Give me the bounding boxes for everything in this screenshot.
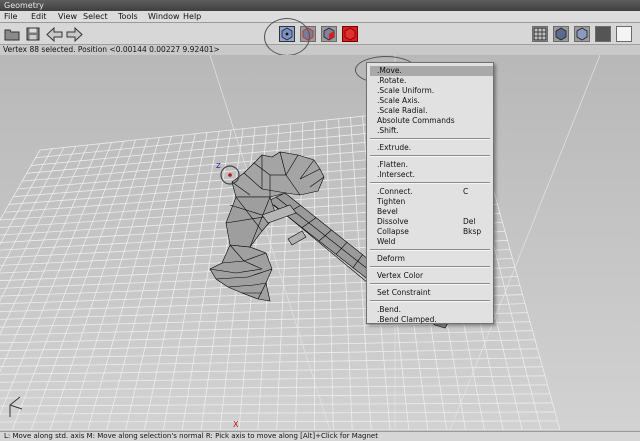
context-menu: .Move. .Rotate. .Scale Uniform. .Scale Axis… [366,62,494,324]
x-axis-label: X [233,420,239,429]
menu-separator [370,300,490,302]
context-menu-item[interactable]: Deform [377,254,491,264]
menu-item-label: Collapse [377,227,409,236]
menu-edit[interactable]: Edit [31,11,47,23]
context-menu-item[interactable]: Set Constraint [377,288,491,298]
context-menu-item[interactable]: .Bend Clamped. [377,315,491,325]
open-folder-icon[interactable] [3,26,20,42]
menu-item-label: Tighten [377,197,406,206]
menu-item-label: .Scale Axis. [377,96,420,105]
menu-item-shortcut: C [463,187,469,196]
context-menu-item[interactable]: .Move. [370,66,493,76]
menu-item-shortcut: Del [463,217,476,226]
menu-item-label: .Bend Clamped. [377,315,437,324]
dark-square-icon[interactable] [595,26,611,42]
context-menu-item[interactable]: .Shift. [377,126,491,136]
menu-file[interactable]: File [4,11,17,23]
wireframe-grid-icon[interactable] [532,26,548,42]
context-menu-item[interactable]: .Extrude. [377,143,491,153]
context-menu-item[interactable]: Vertex Color [377,271,491,281]
menu-item-label: .Scale Uniform. [377,86,435,95]
menu-separator [370,249,490,251]
menu-window[interactable]: Window [148,11,180,23]
menu-separator [370,138,490,140]
context-menu-item[interactable]: .Scale Radial. [377,106,491,116]
menu-item-label: .Rotate. [377,76,407,85]
menu-item-label: .Scale Radial. [377,106,428,115]
menu-item-label: .Move. [377,66,402,75]
viewport-3d[interactable]: Z X [0,55,640,430]
context-menu-item[interactable]: .Flatten. [377,160,491,170]
menu-item-label: .Extrude. [377,143,412,152]
context-menu-item[interactable]: .Rotate. [377,76,491,86]
menu-item-shortcut: Bksp [463,227,482,236]
save-disk-icon[interactable] [24,26,41,42]
selection-info: Vertex 88 selected. Position <0.00144 0.… [3,45,220,54]
menu-help[interactable]: Help [183,11,201,23]
context-menu-item[interactable]: .Bend. [377,305,491,315]
face-mode-icon[interactable] [321,26,337,42]
menu-item-label: Dissolve [377,217,409,226]
menu-item-label: Set Constraint [377,288,431,297]
menu-bar: File Edit View Select Tools Window Help [0,11,640,23]
cube-shaded-icon[interactable] [553,26,569,42]
menu-item-label: .Shift. [377,126,399,135]
menu-separator [370,182,490,184]
context-menu-item[interactable]: Collapse Bksp [377,227,491,237]
context-menu-item[interactable]: .Connect. C [377,187,491,197]
context-menu-item[interactable]: Weld [377,237,491,247]
window-title: Geometry [4,1,44,10]
arrow-left-icon[interactable] [46,26,63,42]
menu-select[interactable]: Select [83,11,108,23]
context-menu-item[interactable]: .Scale Uniform. [377,86,491,96]
menu-separator [370,283,490,285]
menu-item-label: .Connect. [377,187,413,196]
context-menu-item[interactable]: Absolute Commands [377,116,491,126]
menu-item-label: .Flatten. [377,160,409,169]
context-menu-item[interactable]: .Scale Axis. [377,96,491,106]
menu-item-label: Weld [377,237,396,246]
menu-item-label: Absolute Commands [377,116,455,125]
menu-item-label: .Intersect. [377,170,415,179]
arrow-right-icon[interactable] [66,26,83,42]
context-menu-item[interactable]: Bevel [377,207,491,217]
status-bar: L: Move along std. axis M: Move along se… [0,431,640,441]
menu-separator [370,266,490,268]
toolbar [0,23,640,45]
cube-flat-icon[interactable] [574,26,590,42]
z-axis-label: Z [216,162,221,170]
menu-item-label: Bevel [377,207,398,216]
menu-view[interactable]: View [58,11,77,23]
menu-tools[interactable]: Tools [118,11,138,23]
menu-item-label: Deform [377,254,405,263]
menu-item-label: .Bend. [377,305,402,314]
white-square-icon[interactable] [616,26,632,42]
window-title-bar: Geometry [0,0,640,11]
context-menu-item[interactable]: Dissolve Del [377,217,491,227]
context-menu-item[interactable]: Tighten [377,197,491,207]
menu-item-label: Vertex Color [377,271,424,280]
menu-separator [370,155,490,157]
body-mode-icon[interactable] [342,26,358,42]
context-menu-item[interactable]: .Intersect. [377,170,491,180]
